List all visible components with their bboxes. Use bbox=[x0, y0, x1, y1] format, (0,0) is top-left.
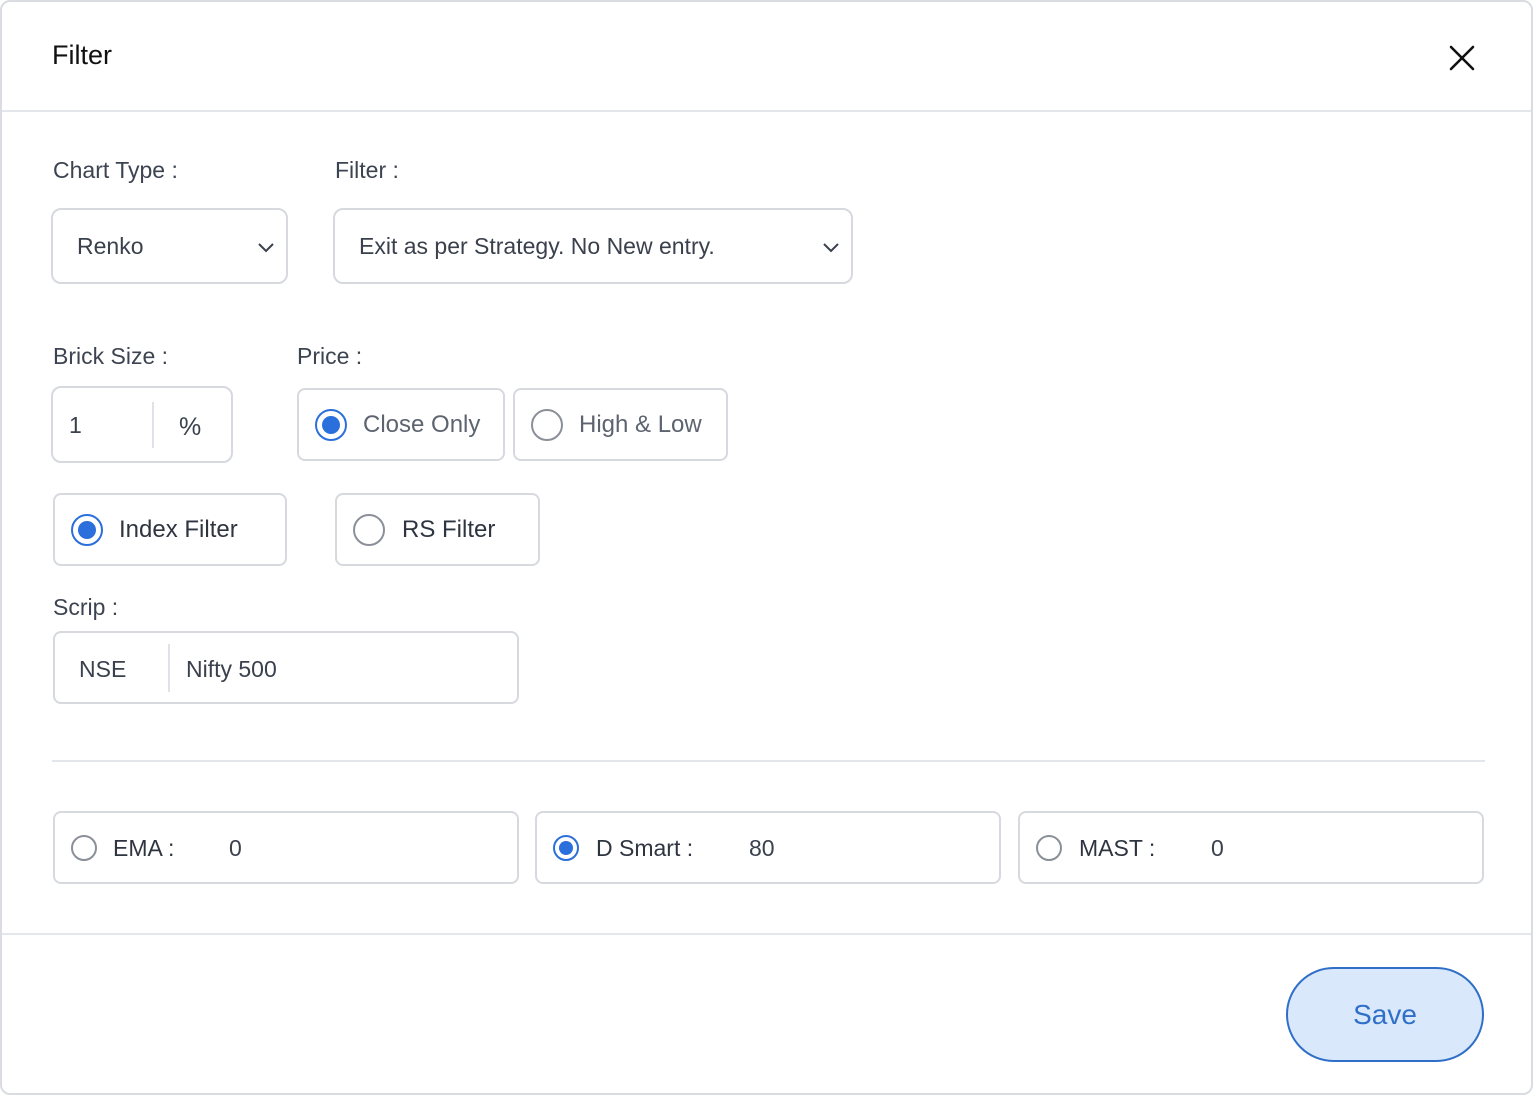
scrip-label: Scrip : bbox=[53, 594, 119, 620]
ema-label: EMA : bbox=[113, 835, 175, 861]
index-filter-radio[interactable] bbox=[71, 514, 103, 546]
filter-label: Filter : bbox=[335, 157, 399, 183]
d-smart-radio[interactable] bbox=[553, 835, 579, 861]
mast-value[interactable]: 0 bbox=[1211, 835, 1224, 862]
close-only-radio[interactable] bbox=[315, 409, 347, 441]
section-divider bbox=[52, 760, 1485, 762]
chevron-down-icon bbox=[823, 243, 839, 253]
mast-option[interactable]: MAST : 0 bbox=[1018, 811, 1484, 884]
scrip-field[interactable]: NSE Nifty 500 bbox=[53, 631, 519, 704]
brick-size-divider bbox=[152, 402, 154, 448]
chevron-down-icon bbox=[258, 243, 274, 253]
brick-size-label: Brick Size : bbox=[53, 343, 169, 369]
price-label: Price : bbox=[297, 343, 363, 369]
ema-option[interactable]: EMA : 0 bbox=[53, 811, 519, 884]
filter-value: Exit as per Strategy. No New entry. bbox=[359, 233, 715, 259]
close-button[interactable] bbox=[1442, 38, 1482, 78]
rs-filter-radio[interactable] bbox=[353, 514, 385, 546]
d-smart-option[interactable]: D Smart : 80 bbox=[535, 811, 1001, 884]
dialog-header: Filter bbox=[2, 2, 1531, 112]
filter-dialog: Filter Chart Type : Renko Filter : Exit … bbox=[0, 0, 1533, 1095]
scrip-exchange[interactable]: NSE bbox=[79, 656, 126, 683]
scrip-name-input[interactable]: Nifty 500 bbox=[186, 656, 277, 683]
scrip-divider bbox=[168, 644, 170, 692]
index-filter-option[interactable]: Index Filter bbox=[53, 493, 287, 566]
mast-radio[interactable] bbox=[1036, 835, 1062, 861]
price-option-high-low[interactable]: High & Low bbox=[513, 388, 728, 461]
rs-filter-label: RS Filter bbox=[402, 516, 496, 543]
dialog-title: Filter bbox=[52, 40, 112, 70]
index-filter-label: Index Filter bbox=[119, 516, 238, 543]
brick-size-field[interactable]: 1 % bbox=[51, 386, 233, 463]
brick-size-input[interactable]: 1 bbox=[69, 412, 82, 439]
d-smart-value[interactable]: 80 bbox=[749, 835, 775, 862]
high-low-radio[interactable] bbox=[531, 409, 563, 441]
close-icon bbox=[1449, 45, 1475, 71]
rs-filter-option[interactable]: RS Filter bbox=[335, 493, 540, 566]
filter-select[interactable]: Exit as per Strategy. No New entry. bbox=[333, 208, 853, 284]
footer-divider bbox=[2, 933, 1531, 935]
high-low-label: High & Low bbox=[579, 411, 702, 438]
ema-radio[interactable] bbox=[71, 835, 97, 861]
save-button[interactable]: Save bbox=[1286, 967, 1484, 1062]
price-option-close-only[interactable]: Close Only bbox=[297, 388, 505, 461]
brick-size-unit: % bbox=[179, 413, 202, 441]
ema-value[interactable]: 0 bbox=[229, 835, 242, 862]
d-smart-label: D Smart : bbox=[596, 835, 694, 861]
chart-type-value: Renko bbox=[77, 233, 144, 259]
chart-type-label: Chart Type : bbox=[53, 157, 178, 183]
close-only-label: Close Only bbox=[363, 411, 481, 438]
chart-type-select[interactable]: Renko bbox=[51, 208, 288, 284]
mast-label: MAST : bbox=[1079, 835, 1156, 861]
